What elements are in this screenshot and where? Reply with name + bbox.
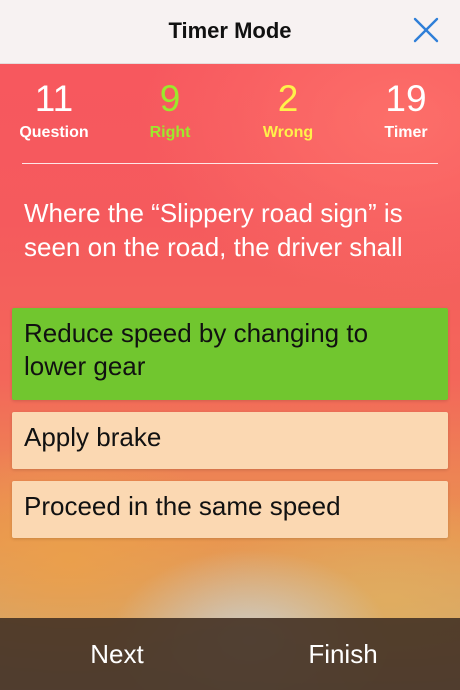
close-button[interactable] bbox=[410, 14, 442, 46]
right-count: 9 bbox=[159, 78, 181, 119]
stat-wrong: 2 Wrong bbox=[229, 78, 347, 142]
stats-bar: 11 Question 9 Right 2 Wrong 19 Timer bbox=[0, 78, 460, 148]
answer-option-2[interactable]: Apply brake bbox=[12, 412, 448, 469]
timer-mode-screen: Timer Mode 11 Question 9 Right 2 Wrong 1… bbox=[0, 0, 460, 690]
question-label: Question bbox=[19, 124, 89, 141]
close-icon bbox=[413, 17, 439, 43]
question-text: Where the “Slippery road sign” is seen o… bbox=[24, 198, 403, 262]
footer-bar: Next Finish bbox=[0, 618, 460, 690]
page-title: Timer Mode bbox=[168, 18, 292, 43]
next-button[interactable]: Next bbox=[2, 618, 232, 690]
header-bar: Timer Mode bbox=[0, 0, 460, 64]
stat-timer: 19 Timer bbox=[347, 78, 460, 142]
question-count: 11 bbox=[34, 78, 74, 119]
finish-button[interactable]: Finish bbox=[228, 618, 458, 690]
answer-option-1[interactable]: Reduce speed by changing to lower gear bbox=[12, 308, 448, 400]
timer-value: 19 bbox=[385, 78, 427, 119]
wrong-label: Wrong bbox=[262, 124, 314, 141]
wrong-count: 2 bbox=[277, 78, 299, 119]
stat-right: 9 Right bbox=[111, 78, 229, 142]
answer-option-3[interactable]: Proceed in the same speed bbox=[12, 481, 448, 538]
divider bbox=[22, 163, 438, 164]
right-label: Right bbox=[149, 124, 191, 141]
stat-question: 11 Question bbox=[0, 78, 113, 142]
timer-label: Timer bbox=[384, 124, 428, 141]
